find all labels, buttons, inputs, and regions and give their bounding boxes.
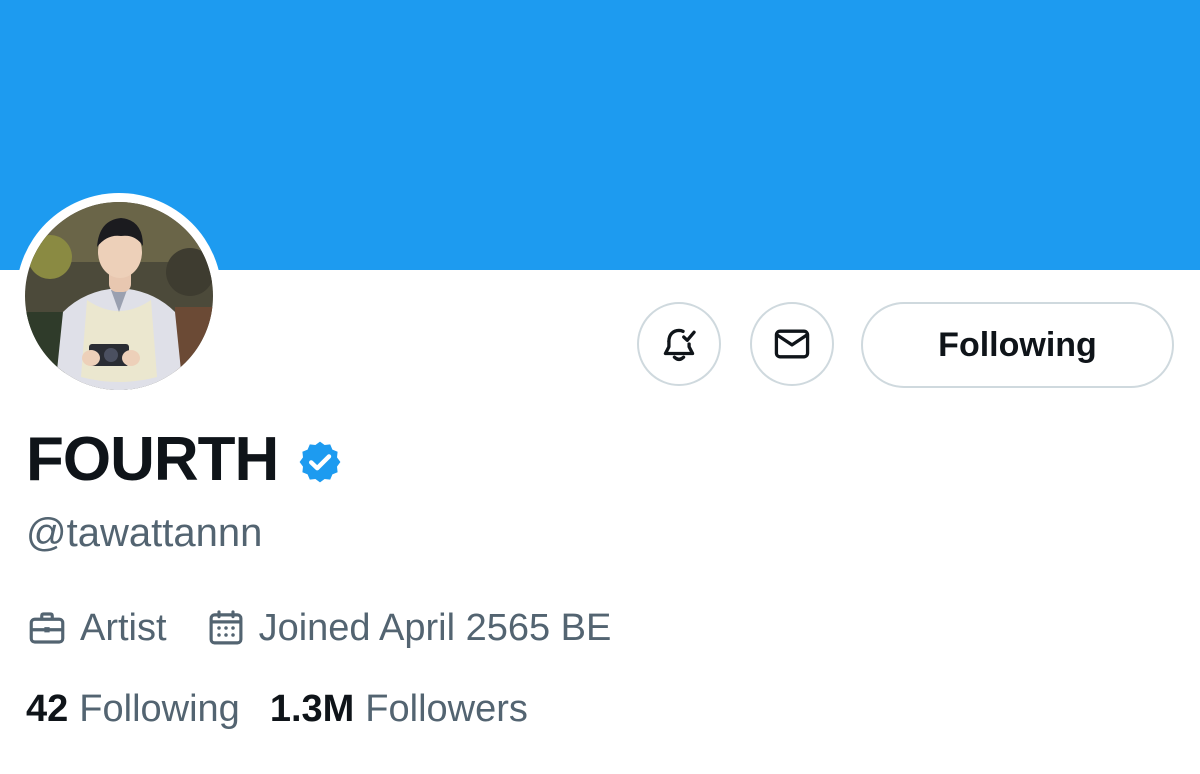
category-label: Artist <box>80 606 167 649</box>
bell-check-icon <box>663 328 696 362</box>
joined-item: Joined April 2565 BE <box>205 606 612 650</box>
mail-icon <box>774 329 810 359</box>
followers-count: 1.3M <box>269 687 355 730</box>
following-stat-link[interactable]: 42 Following <box>26 688 240 731</box>
followers-stat-label: Followers <box>365 687 528 730</box>
following-count: 42 <box>26 687 69 730</box>
followers-stat-link[interactable]: 1.3M Followers <box>270 688 528 731</box>
display-name-row: FOURTH <box>26 426 344 494</box>
briefcase-icon <box>29 612 65 644</box>
avatar[interactable] <box>16 193 222 399</box>
verified-badge-icon[interactable] <box>296 438 344 486</box>
calendar-icon <box>209 610 243 645</box>
follow-stats: 42 Following 1.3M Followers <box>26 684 528 734</box>
following-button[interactable]: Following <box>861 302 1174 388</box>
username-handle: @tawattannn <box>26 511 263 555</box>
category-item: Artist <box>26 607 167 650</box>
display-name: FOURTH <box>26 425 279 494</box>
avatar-photo <box>25 202 213 390</box>
notifications-button[interactable] <box>637 302 721 386</box>
message-button[interactable] <box>750 302 834 386</box>
profile-meta: Artist Joined April 2565 BE <box>26 603 611 653</box>
following-stat-label: Following <box>79 687 240 730</box>
joined-label: Joined April 2565 BE <box>258 606 612 649</box>
